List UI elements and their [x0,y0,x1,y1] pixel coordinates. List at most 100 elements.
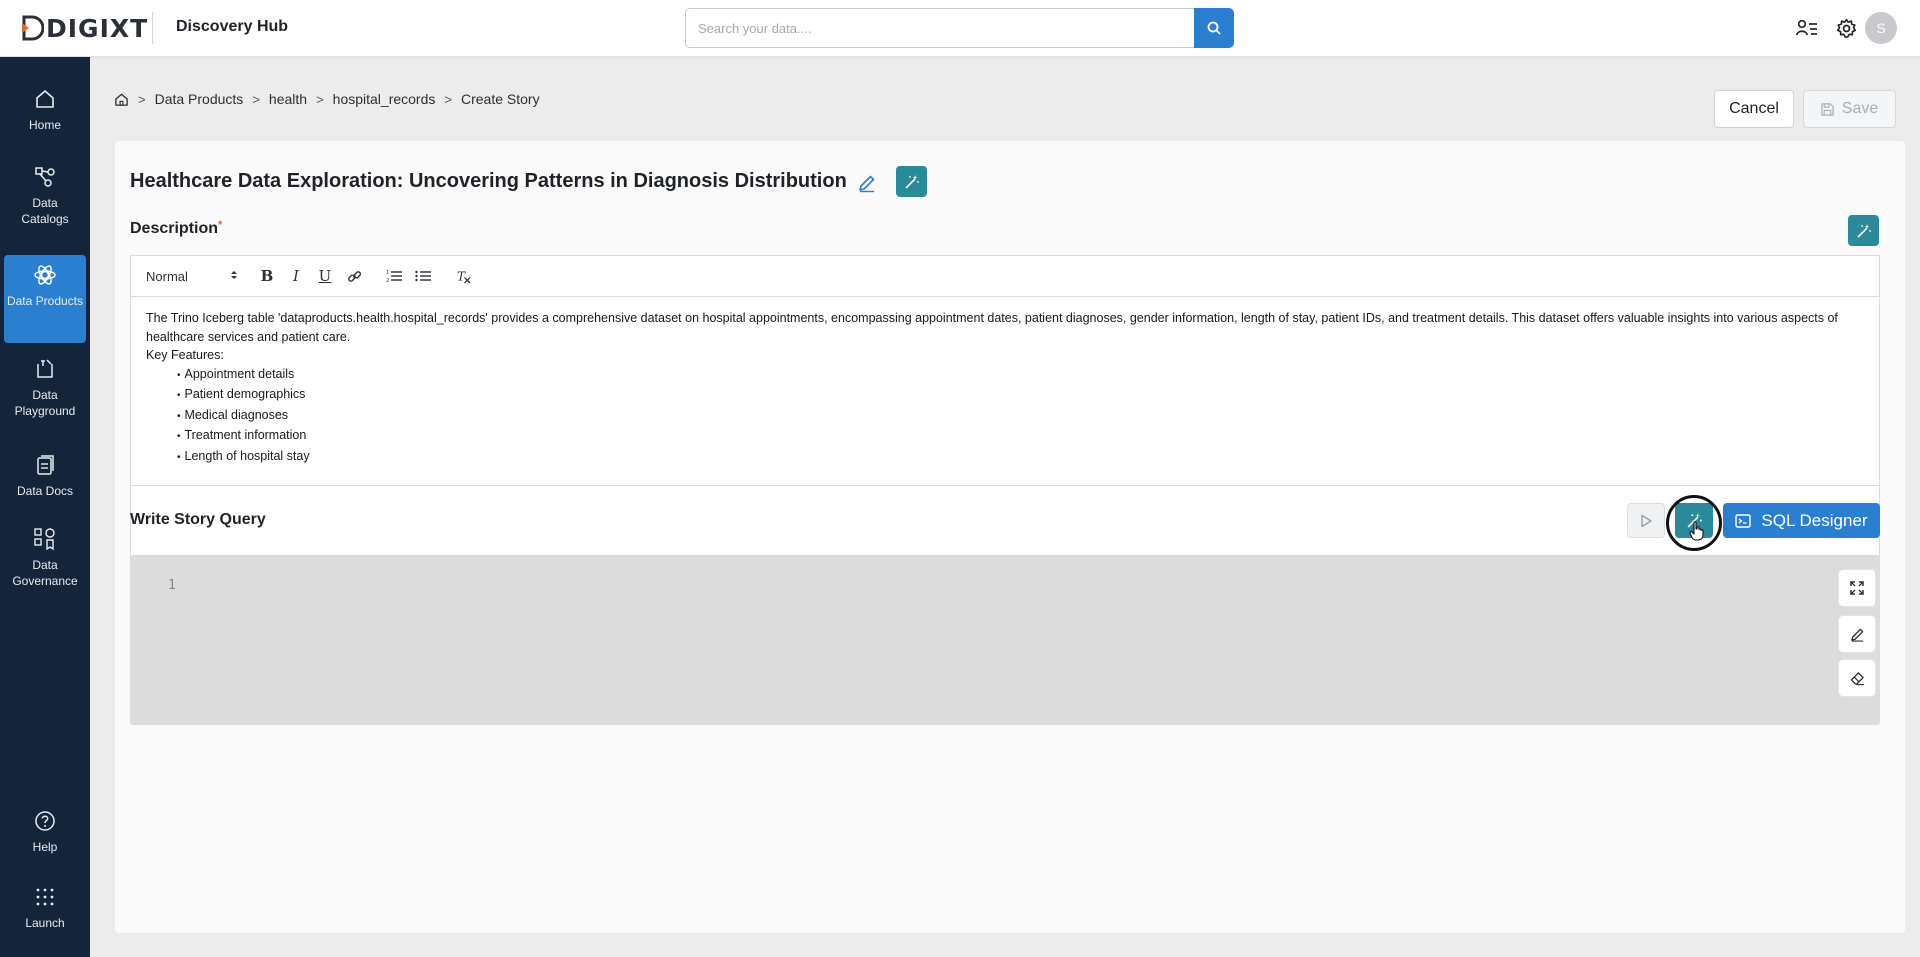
playground-icon [33,357,57,381]
edit-pencil-icon [1850,628,1863,642]
key-features-heading: Key Features: [146,348,224,362]
sidebar-item-data-docs[interactable]: Data Docs [4,453,86,513]
sql-designer-button[interactable]: SQL Designer [1723,503,1880,538]
search-button[interactable] [1194,8,1234,48]
description-content[interactable]: The Trino Iceberg table 'dataproducts.he… [131,297,1879,479]
sidebar-item-launch[interactable]: Launch [4,885,86,945]
search-bar [685,8,1234,48]
bold-icon[interactable]: B [256,265,278,287]
description-label: Description* [130,219,223,237]
svg-text:2: 2 [386,278,389,283]
key-features-list: Appointment details Patient demographics… [146,365,1864,468]
logo-text: DIGIXT [46,13,149,43]
select-arrows-icon [231,270,237,279]
avatar[interactable]: S [1865,12,1897,44]
breadcrumb-hospital-records[interactable]: hospital_records [333,91,436,107]
sidebar-item-help[interactable]: Help [4,809,86,869]
sidebar-item-label: Data Catalogs [21,196,69,227]
docs-icon [33,453,57,477]
sidebar-item-data-playground[interactable]: Data Playground [4,357,86,437]
list-item: Length of hospital stay [177,447,1864,468]
hand-pointer-icon [1689,521,1704,541]
title-ai-generate-button[interactable] [896,166,927,197]
sidebar-item-label: Data Products [6,294,84,308]
save-button[interactable]: Save [1803,90,1896,128]
home-icon [33,87,57,111]
format-select-value: Normal [146,268,188,284]
svg-text:T: T [456,269,465,283]
app-title: Discovery Hub [176,18,289,35]
cancel-button[interactable]: Cancel [1714,90,1794,128]
sidebar: Home Data Catalogs Data Products Data Pl… [0,57,90,957]
home-icon[interactable] [114,92,129,107]
sql-designer-label: SQL Designer [1761,510,1868,530]
sidebar-item-data-products[interactable]: Data Products [4,255,86,343]
magic-wand-icon [904,174,919,189]
list-item: Appointment details [177,365,1864,386]
breadcrumb-separator: > [316,91,324,107]
governance-icon [33,527,57,551]
breadcrumb: > Data Products > health > hospital_reco… [114,91,540,107]
list-item: Treatment information [177,426,1864,447]
catalog-icon [33,165,57,189]
run-query-button[interactable] [1627,503,1665,538]
terminal-icon [1735,513,1752,528]
magic-wand-icon [1856,223,1871,238]
story-card: Healthcare Data Exploration: Uncovering … [115,141,1905,933]
sql-code-editor[interactable]: 1 [130,555,1880,725]
breadcrumb-separator: > [252,91,260,107]
clear-format-icon[interactable]: T [452,265,474,287]
link-icon[interactable] [343,265,365,287]
sidebar-item-label: Launch [25,916,65,930]
story-title: Healthcare Data Exploration: Uncovering … [130,170,847,192]
description-paragraph: The Trino Iceberg table 'dataproducts.he… [146,311,1838,344]
user-list-icon[interactable] [1796,17,1818,39]
sidebar-item-label: Data Governance [12,558,78,589]
sidebar-item-label: Home [28,118,61,132]
save-icon [1821,102,1834,116]
search-icon [1207,21,1221,35]
header-divider [152,12,153,44]
bullet-list-icon[interactable] [412,265,434,287]
svg-text:1: 1 [386,270,389,276]
italic-icon[interactable]: I [285,265,307,287]
breadcrumb-separator: > [444,91,452,107]
format-select[interactable]: Normal [146,269,256,284]
breadcrumb-data-products[interactable]: Data Products [155,91,244,107]
required-marker: * [218,219,223,231]
top-bar: DIGIXT Discovery Hub S [0,0,1920,57]
sidebar-item-label: Data Playground [14,388,76,419]
expand-icon [1850,581,1864,595]
help-icon [33,809,57,833]
sidebar-item-label: Data Docs [16,484,74,498]
eraser-icon [1850,671,1864,685]
section-divider [130,485,1880,486]
products-icon [33,263,57,287]
sidebar-item-data-governance[interactable]: Data Governance [4,527,86,607]
launch-icon [33,885,57,909]
sidebar-item-home[interactable]: Home [4,87,86,147]
list-item: Medical diagnoses [177,406,1864,427]
line-number: 1 [168,578,176,593]
fullscreen-button[interactable] [1839,570,1875,606]
description-ai-generate-button[interactable] [1848,215,1879,246]
write-story-query-label: Write Story Query [130,511,266,528]
logo[interactable]: DIGIXT [22,13,148,43]
edit-pencil-icon[interactable] [857,173,877,193]
ordered-list-icon[interactable]: 12 [383,265,405,287]
logo-mark-icon [22,15,44,41]
format-query-button[interactable] [1839,616,1875,652]
editor-toolbar: Normal B I U 12 T [131,256,1879,297]
search-input[interactable] [685,8,1194,48]
underline-icon[interactable]: U [314,265,336,287]
breadcrumb-separator: > [138,91,146,107]
save-label: Save [1841,100,1879,117]
sidebar-item-label: Help [32,840,58,854]
gear-icon[interactable] [1835,17,1857,39]
sidebar-item-data-catalogs[interactable]: Data Catalogs [4,165,86,245]
play-icon [1641,514,1652,527]
clear-query-button[interactable] [1839,660,1875,696]
breadcrumb-current: Create Story [460,91,540,107]
breadcrumb-health[interactable]: health [269,91,307,107]
list-item: Patient demographics [177,385,1864,406]
